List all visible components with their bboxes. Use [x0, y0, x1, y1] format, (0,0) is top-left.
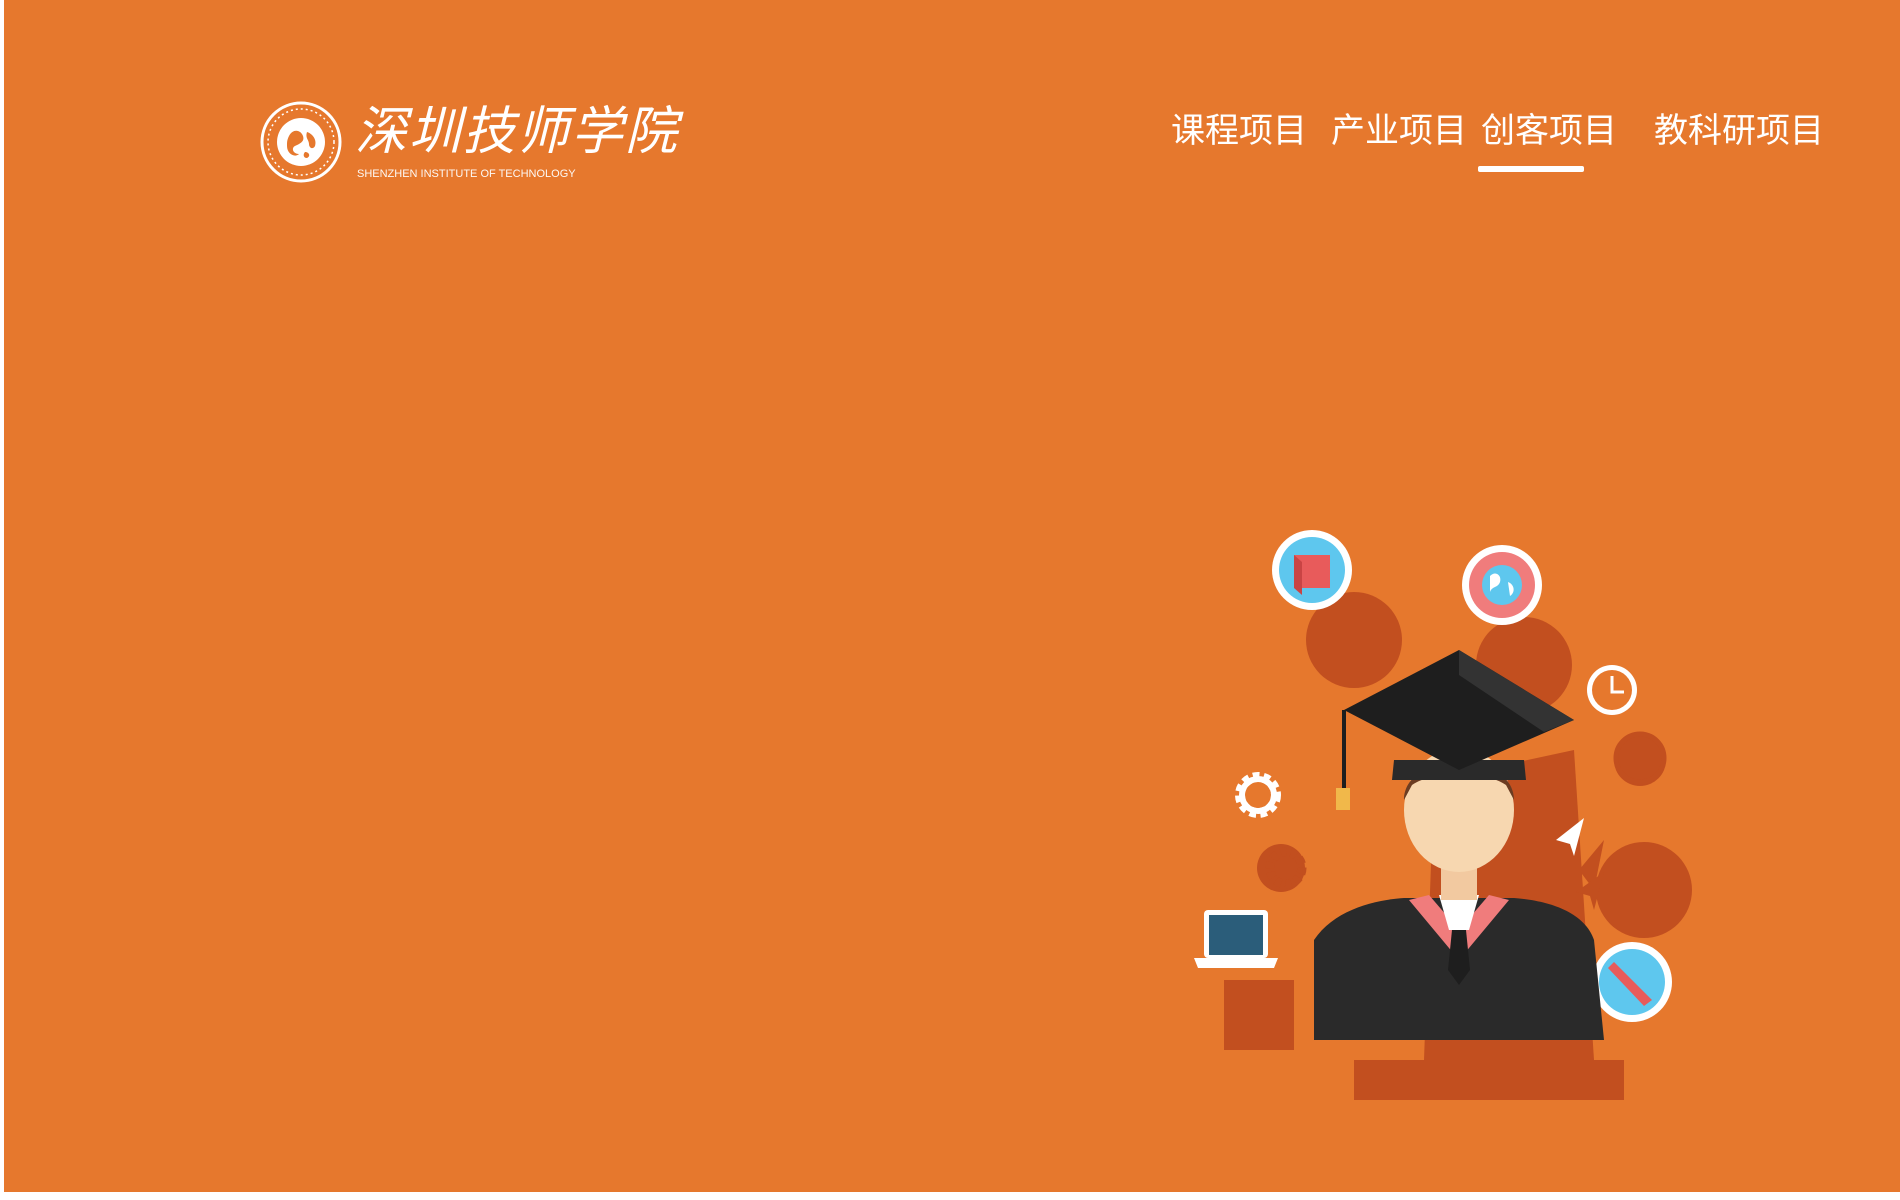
main-nav: 课程项目 产业项目 创客项目 教科研项目	[4, 106, 1900, 186]
gear-icon	[1235, 772, 1281, 818]
nav-item-course-projects[interactable]: 课程项目	[1171, 106, 1307, 156]
graduate-illustration	[1194, 530, 1692, 1100]
clock-icon	[1587, 665, 1637, 715]
pencil-bubble-icon	[1592, 942, 1672, 1022]
laptop-icon	[1194, 910, 1278, 968]
nav-item-industry-projects[interactable]: 产业项目	[1331, 106, 1467, 156]
active-nav-indicator	[1478, 166, 1584, 172]
book-bubble-icon	[1272, 530, 1352, 610]
hero-banner: 深圳技师学院 SHENZHEN INSTITUTE OF TECHNOLOGY …	[4, 0, 1900, 1192]
nav-item-research-projects[interactable]: 教科研项目	[1654, 106, 1824, 156]
globe-bubble-icon	[1462, 545, 1542, 625]
nav-item-maker-projects[interactable]: 创客项目	[1481, 106, 1617, 156]
